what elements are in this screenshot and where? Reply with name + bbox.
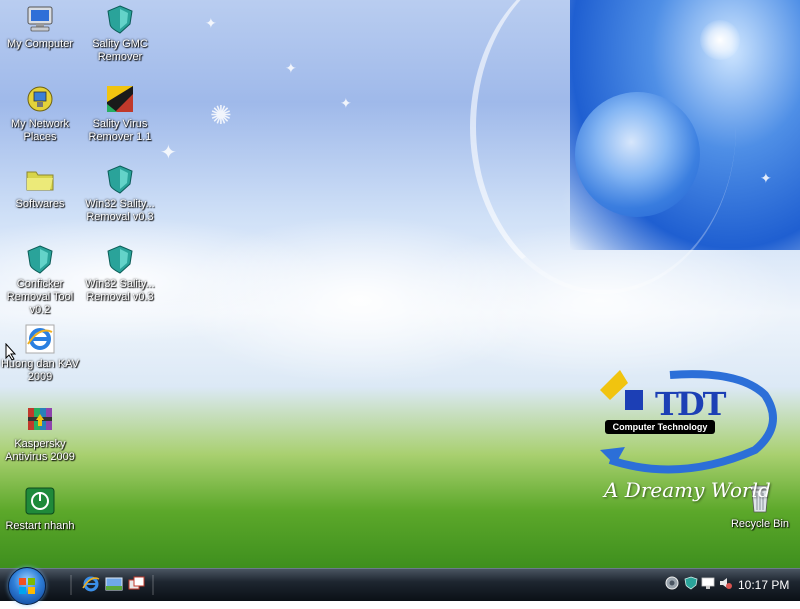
desktop-icon-softwares[interactable]: Softwares	[0, 162, 80, 211]
desktop-icon-label: Kaspersky Antivirus 2009	[5, 438, 75, 463]
volume-icon	[720, 578, 732, 589]
network-icon	[665, 576, 679, 590]
star-icon: ✦	[205, 15, 217, 31]
security-shield-icon	[684, 576, 698, 590]
desktop-icon-kaspersky-antivirus[interactable]: Kaspersky Antivirus 2009	[0, 402, 80, 464]
shield-icon	[103, 242, 137, 276]
folder-icon	[23, 162, 57, 196]
quicklaunch-show-desktop[interactable]	[105, 575, 123, 593]
tray-volume[interactable]	[718, 576, 732, 590]
desktop-icon-restart-nhanh[interactable]: Restart nhanh	[0, 484, 80, 533]
desktop-icon-label: My Network Places	[10, 118, 70, 143]
wallpaper-brand-sub: Computer Technology	[605, 420, 715, 434]
wallpaper-brand-main: TDT	[655, 385, 726, 423]
wallpaper-sun	[700, 20, 740, 60]
archive-icon	[23, 402, 57, 436]
show-desktop-icon	[105, 577, 123, 591]
shield-icon	[103, 162, 137, 196]
tray-network[interactable]	[665, 576, 679, 590]
desktop-icon-label: Sality Virus Remover 1.1	[88, 118, 152, 143]
star-icon: ✦	[760, 170, 772, 186]
desktop-icon-label: My Computer	[6, 38, 74, 50]
switch-windows-icon	[128, 576, 145, 590]
quicklaunch-internet-explorer[interactable]	[82, 575, 100, 593]
sality-remover-icon	[103, 82, 137, 116]
desktop-icon-label: Conficker Removal Tool v0.2	[6, 278, 74, 316]
windows-logo-icon	[19, 578, 35, 594]
desktop: ✦ ✦ ✦ ✺ ✦ ✦ My Computer My Network Place…	[0, 0, 800, 568]
tray-security[interactable]	[684, 576, 698, 590]
internet-explorer-icon	[23, 322, 57, 356]
desktop-icon-label: Win32 Sality... Removal v0.3	[85, 278, 155, 303]
desktop-icon-conficker-removal-tool[interactable]: Conficker Removal Tool v0.2	[0, 242, 80, 317]
desktop-icon-my-computer[interactable]: My Computer	[0, 2, 80, 51]
desktop-icon-sality-gmc-remover[interactable]: Sality GMC Remover	[80, 2, 160, 64]
desktop-icon-label: Huong dan KAV 2009	[0, 358, 80, 383]
tray-monitor[interactable]	[701, 576, 715, 590]
my-computer-icon	[23, 2, 57, 36]
desktop-icon-label: Sality GMC Remover	[92, 38, 148, 63]
taskbar-separator	[70, 575, 72, 595]
star-icon: ✦	[285, 60, 297, 76]
taskbar-separator	[152, 575, 154, 595]
shield-icon	[23, 242, 57, 276]
desktop-icon-label: Restart nhanh	[5, 520, 75, 532]
power-icon	[23, 484, 57, 518]
network-places-icon	[23, 82, 57, 116]
wallpaper-planet	[575, 92, 700, 217]
desktop-icon-label: Softwares	[15, 198, 65, 210]
internet-explorer-icon	[82, 576, 100, 592]
desktop-icon-label: Recycle Bin	[730, 518, 790, 530]
taskbar: 10:17 PM	[0, 567, 800, 605]
star-icon: ✦	[340, 95, 352, 111]
wallpaper-tagline: A Dreamy World	[604, 478, 771, 502]
desktop-icon-win32-sality-removal-1[interactable]: Win32 Sality... Removal v0.3	[80, 162, 160, 224]
shield-icon	[103, 2, 137, 36]
start-button[interactable]	[8, 567, 46, 605]
monitor-icon	[701, 577, 715, 589]
quicklaunch-switch-windows[interactable]	[128, 575, 146, 593]
desktop-icon-sality-virus-remover[interactable]: Sality Virus Remover 1.1	[80, 82, 160, 144]
taskbar-clock[interactable]: 10:17 PM	[738, 578, 789, 592]
star-icon: ✺	[210, 100, 232, 130]
star-icon: ✦	[160, 142, 177, 164]
desktop-icon-my-network-places[interactable]: My Network Places	[0, 82, 80, 144]
desktop-icon-win32-sality-removal-2[interactable]: Win32 Sality... Removal v0.3	[80, 242, 160, 304]
mouse-cursor-icon	[5, 343, 17, 361]
desktop-icon-label: Win32 Sality... Removal v0.3	[85, 198, 155, 223]
